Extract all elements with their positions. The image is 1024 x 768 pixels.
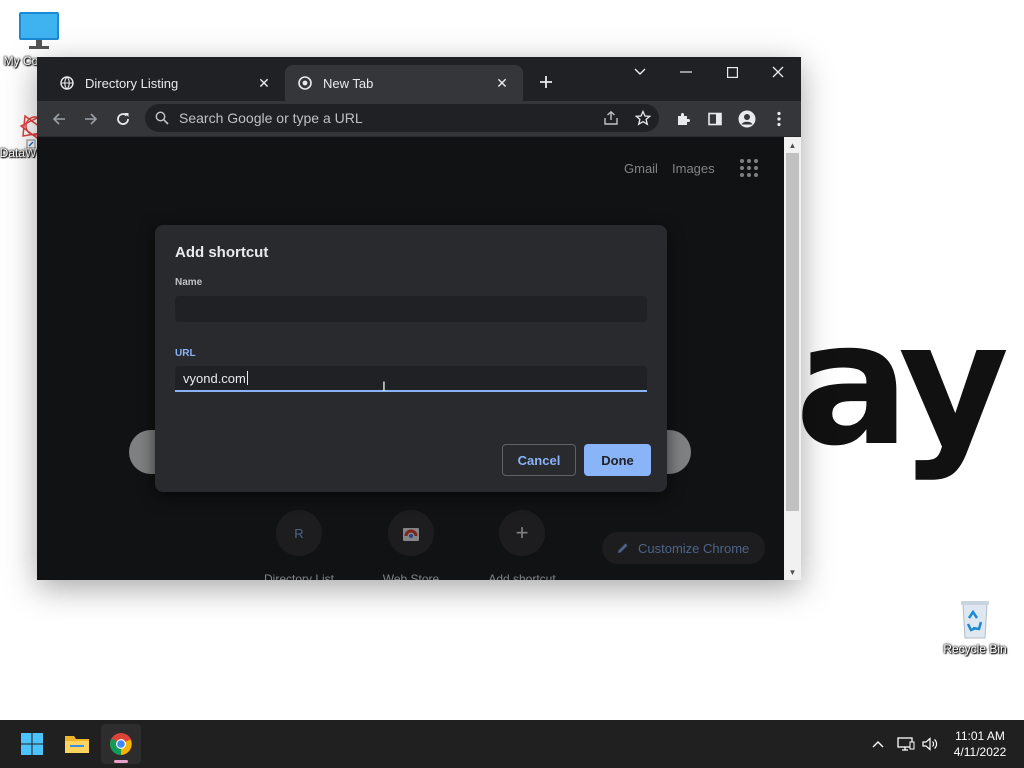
dialog-title: Add shortcut [175, 244, 269, 261]
puzzle-icon [678, 113, 690, 125]
file-explorer-button[interactable] [57, 724, 97, 764]
globe-icon [59, 75, 75, 91]
menu-button[interactable] [765, 105, 793, 133]
tab-directory-listing[interactable]: Directory Listing ✕ [47, 65, 285, 101]
chevron-up-icon [872, 741, 884, 748]
chrome-logo-icon [110, 733, 132, 755]
avatar-icon [738, 110, 756, 128]
reload-button[interactable] [109, 105, 137, 133]
forward-button[interactable] [77, 105, 105, 133]
desktop-icon-label: DataW [0, 146, 37, 160]
share-icon[interactable] [595, 110, 627, 126]
minimize-icon [680, 71, 692, 73]
show-hidden-icons-button[interactable] [866, 720, 890, 768]
tab-title: New Tab [323, 75, 374, 91]
maximize-icon [726, 66, 738, 78]
start-button[interactable] [12, 724, 52, 764]
scrollbar-thumb[interactable] [786, 153, 799, 511]
new-tab-button[interactable] [535, 71, 557, 93]
recycle-bin-icon [961, 601, 989, 639]
profile-button[interactable] [733, 105, 761, 133]
speaker-icon [922, 737, 938, 751]
tab-strip: Directory Listing ✕ New Tab ✕ [37, 57, 801, 101]
extensions-button[interactable] [669, 105, 697, 133]
text-cursor-icon: I [382, 378, 386, 394]
close-tab-icon[interactable]: ✕ [255, 74, 273, 92]
tab-new-tab[interactable]: New Tab ✕ [285, 65, 523, 101]
browser-toolbar: Search Google or type a URL [37, 101, 801, 137]
chevron-down-icon [634, 68, 646, 75]
monitor-icon [19, 12, 59, 49]
back-button[interactable] [45, 105, 73, 133]
tab-search-button[interactable] [617, 57, 663, 87]
chrome-icon [297, 75, 313, 91]
name-label: Name [175, 277, 203, 288]
folder-icon [65, 736, 89, 753]
cancel-button[interactable]: Cancel [502, 444, 576, 476]
scroll-down-arrow-icon[interactable]: ▼ [784, 565, 801, 579]
volume-button[interactable] [918, 720, 942, 768]
reload-icon [117, 113, 129, 125]
maximize-button[interactable] [709, 57, 755, 87]
side-panel-icon [708, 112, 722, 126]
network-icon [897, 737, 915, 751]
network-button[interactable] [894, 720, 918, 768]
plus-icon [540, 76, 552, 88]
search-icon [145, 111, 179, 125]
omnibox-placeholder: Search Google or type a URL [179, 110, 363, 126]
desktop-icon-recycle-bin[interactable]: Recycle Bin [940, 598, 1010, 656]
taskbar: 11:01 AM 4/11/2022 [0, 720, 1024, 768]
arrow-right-icon [85, 113, 98, 125]
url-field[interactable]: vyond.com [175, 366, 647, 392]
close-window-button[interactable] [755, 57, 801, 87]
scroll-up-arrow-icon[interactable]: ▲ [784, 138, 801, 152]
wallpaper-text: ay [795, 286, 1009, 484]
tab-title: Directory Listing [85, 75, 179, 91]
desktop-icon-label: Recycle Bin [943, 642, 1007, 656]
text-caret [246, 371, 248, 385]
active-indicator [114, 760, 128, 763]
clock-area[interactable]: 11:01 AM 4/11/2022 [944, 728, 1016, 760]
chrome-taskbar-button[interactable] [101, 724, 141, 764]
done-button[interactable]: Done [584, 444, 651, 476]
arrow-left-icon [52, 113, 65, 125]
url-value: vyond.com [183, 370, 246, 386]
scrollbar[interactable]: ▲ ▼ [784, 137, 801, 580]
name-field[interactable] [175, 296, 647, 322]
close-icon [772, 66, 784, 78]
desktop-icon-label: My Co [3, 54, 39, 68]
close-tab-icon[interactable]: ✕ [493, 74, 511, 92]
side-panel-button[interactable] [701, 105, 729, 133]
url-label: URL [175, 348, 196, 359]
kebab-menu-icon [777, 111, 781, 127]
bookmark-star-icon[interactable] [627, 110, 659, 126]
minimize-button[interactable] [663, 57, 709, 87]
omnibox[interactable]: Search Google or type a URL [145, 104, 659, 132]
clock-time: 11:01 AM [955, 729, 1005, 743]
add-shortcut-dialog: Add shortcut Name URL vyond.com I Cancel… [155, 225, 667, 492]
clock-date: 4/11/2022 [953, 745, 1007, 759]
windows-logo-icon [21, 733, 43, 755]
